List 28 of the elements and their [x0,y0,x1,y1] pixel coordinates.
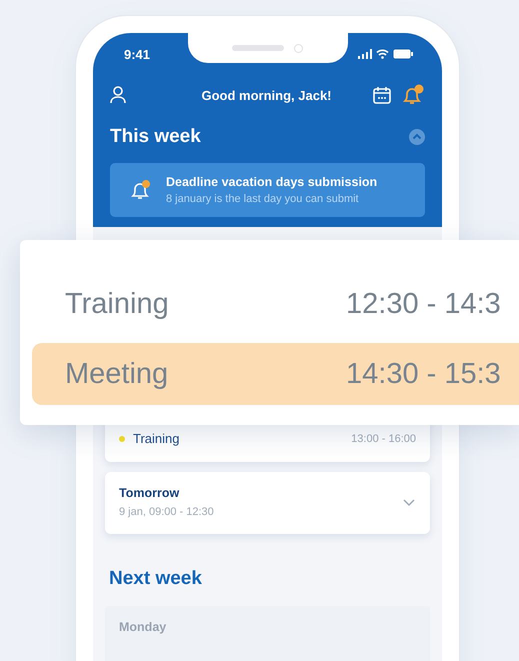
wifi-icon [376,49,389,59]
section-title: This week [110,126,201,148]
calendar-icon[interactable] [373,86,391,104]
popup-event-name: Meeting [65,358,170,390]
signal-icon [358,49,372,59]
event-name: Training [133,431,180,446]
section-title: Next week [108,568,203,590]
status-time: 9:41 [124,46,150,62]
notice-title: Deadline vacation days submission [166,175,378,189]
popup-row[interactable]: Training 12:30 - 14:3 [32,273,519,335]
day-title: Monday [119,620,166,634]
user-icon[interactable] [110,86,126,104]
notice-card[interactable]: Deadline vacation days submission 8 january is the last day you can submit [110,163,425,217]
notice-text: 8 january is the last day you can submit [166,193,360,205]
popup-event-time: 14:30 - 15:3 [346,358,501,390]
battery-icon [393,49,413,59]
day-title: Tomorrow [119,486,180,500]
popup-event-time: 12:30 - 14:3 [346,288,501,320]
event-time: 13:00 - 16:00 [351,432,416,444]
collapse-icon[interactable] [409,129,425,145]
day-card[interactable]: Monday [105,606,430,661]
day-card[interactable]: Tomorrow 9 jan, 09:00 - 12:30 [105,472,430,534]
greeting-text: Good morning, Jack! [200,88,332,102]
bell-icon[interactable] [401,84,425,106]
day-detail: 9 jan, 09:00 - 12:30 [119,506,214,518]
bell-alert-icon [130,179,152,201]
popup-row[interactable]: Meeting 14:30 - 15:3 [32,343,519,405]
popup-event-name: Training [65,288,170,320]
